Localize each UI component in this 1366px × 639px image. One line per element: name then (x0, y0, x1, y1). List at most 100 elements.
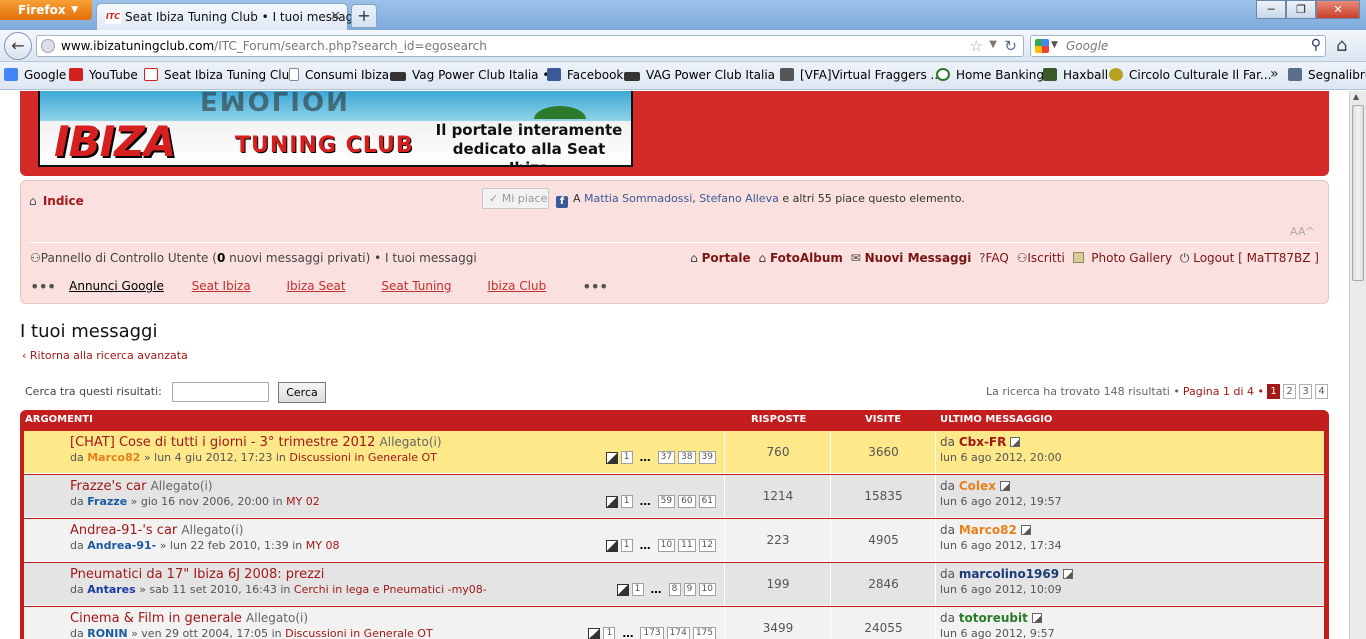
ads-header-link[interactable]: Annunci Google (69, 279, 164, 293)
topic-title[interactable]: Cinema & Film in generale Allegato(i) (70, 611, 308, 626)
bookmark-facebook[interactable]: Facebook (547, 68, 623, 82)
new-posts-link[interactable]: ✉ Nuovi Messaggi (851, 251, 972, 265)
bookmark-consumi[interactable]: Consumi Ibiza (289, 68, 389, 82)
topic-page-link[interactable]: 175 (692, 627, 716, 639)
topic-page-link[interactable]: 38 (678, 451, 696, 464)
photo-gallery-link[interactable]: Photo Gallery (1072, 251, 1172, 265)
bookmark-youtube[interactable]: YouTube (69, 68, 138, 82)
topic-page-link[interactable]: 10 (657, 539, 676, 552)
ucp-link[interactable]: Pannello di Controllo Utente (0 nuovi me… (41, 251, 381, 265)
bookmark-vag-1[interactable]: Vag Power Club Italia •... (390, 68, 561, 82)
topic-page-link[interactable]: 39 (698, 451, 716, 464)
ad-link-3[interactable]: Seat Tuning (381, 279, 451, 293)
bookmark-star-icon[interactable]: ☆ (970, 37, 983, 55)
search-within-button[interactable]: Cerca (278, 382, 326, 403)
topic-page-link[interactable]: 10 (698, 583, 716, 596)
bookmark-vag-2[interactable]: VAG Power Club Italia ... (624, 68, 790, 82)
topic-page-link[interactable]: 174 (666, 627, 690, 639)
goto-page-icon[interactable] (605, 539, 618, 552)
back-button[interactable]: ← (4, 32, 32, 60)
faq-link[interactable]: ?FAQ (979, 251, 1009, 265)
close-tab-icon[interactable]: ✕ (330, 9, 341, 24)
topic-page-link[interactable]: 1 (620, 495, 633, 508)
goto-page-icon[interactable] (616, 583, 629, 596)
topic-page-link[interactable]: 37 (657, 451, 676, 464)
like-user-2[interactable]: Stefano Alleva (699, 192, 779, 205)
topic-page-link[interactable]: 1 (603, 627, 616, 639)
topic-page-link[interactable]: 12 (698, 539, 716, 552)
topic-forum-link[interactable]: Discussioni in Generale OT (285, 627, 433, 639)
topic-author[interactable]: Antares (87, 583, 135, 596)
topic-page-link[interactable]: 61 (698, 495, 716, 508)
bookmark-google[interactable]: Google (4, 68, 66, 82)
ads-next-icon[interactable]: ••• (582, 277, 608, 296)
topic-page-link[interactable]: 60 (678, 495, 696, 508)
members-link[interactable]: ⚇Iscritti (1017, 251, 1065, 265)
own-posts-link[interactable]: I tuoi messaggi (385, 251, 477, 265)
home-icon[interactable]: ⌂ (1336, 35, 1347, 56)
topic-author[interactable]: Andrea-91- (87, 539, 156, 552)
like-user-1[interactable]: Mattia Sommadossi (584, 192, 692, 205)
search-icon[interactable]: ⚲ (1311, 37, 1321, 53)
topic-page-link[interactable]: 173 (640, 627, 664, 639)
photo-album-link[interactable]: ⌂ FotoAlbum (758, 251, 842, 265)
ad-link-4[interactable]: Ibiza Club (487, 279, 546, 293)
facebook-like-button[interactable]: ✓ Mi piace (482, 188, 549, 209)
view-latest-post-icon[interactable] (1010, 437, 1021, 447)
site-banner[interactable]: EMOLION IBIZA TUNING CLUB Il portale int… (38, 91, 633, 167)
topic-forum-link[interactable]: MY 08 (306, 539, 340, 552)
page-3-link[interactable]: 3 (1299, 384, 1312, 399)
topic-title[interactable]: Frazze's car Allegato(i) (70, 479, 213, 494)
topic-page-link[interactable]: 11 (678, 539, 696, 552)
topic-page-link[interactable]: 1 (620, 539, 633, 552)
search-within-input[interactable] (172, 382, 269, 402)
goto-page-icon[interactable] (588, 627, 601, 639)
engine-dropdown-icon[interactable]: ▼ (1051, 40, 1058, 50)
topic-page-link[interactable]: 8 (668, 583, 681, 596)
bookmark-vfa[interactable]: [VFA]Virtual Fraggers ... (780, 68, 942, 82)
bookmark-circolo[interactable]: Circolo Culturale Il Far... (1109, 68, 1271, 82)
browser-tab[interactable]: ITC Seat Ibiza Tuning Club • I tuoi mess… (96, 3, 364, 30)
last-post-user[interactable]: Colex (959, 479, 996, 493)
font-size-toggle[interactable]: AA^ (1290, 225, 1315, 238)
topic-page-link[interactable]: 1 (631, 583, 644, 596)
maximize-button[interactable]: ❐ (1286, 0, 1316, 19)
scrollbar-thumb[interactable] (1352, 105, 1364, 281)
index-link[interactable]: ⌂ Indice (29, 194, 84, 208)
bookmarks-overflow-button[interactable]: » (1270, 66, 1279, 82)
google-engine-icon[interactable] (1035, 39, 1049, 53)
goto-page-icon[interactable] (605, 451, 618, 464)
url-text[interactable]: www.ibizatuningclub.com/ITC_Forum/search… (61, 39, 487, 53)
topic-page-link[interactable]: 59 (657, 495, 676, 508)
url-bar[interactable]: www.ibizatuningclub.com/ITC_Forum/search… (36, 35, 1024, 57)
view-latest-post-icon[interactable] (1031, 613, 1042, 623)
last-post-user[interactable]: Marco82 (959, 523, 1017, 537)
topic-forum-link[interactable]: Discussioni in Generale OT (289, 451, 437, 464)
bookmark-haxball[interactable]: Haxball (1043, 68, 1108, 82)
vertical-scrollbar[interactable]: ▲ (1349, 91, 1366, 639)
minimize-button[interactable]: ─ (1256, 0, 1286, 19)
topic-title[interactable]: Andrea-91-'s car Allegato(i) (70, 523, 243, 538)
ads-prev-icon[interactable]: ••• (30, 277, 56, 296)
advanced-search-back-link[interactable]: ‹ Ritorna alla ricerca avanzata (22, 349, 188, 362)
last-post-user[interactable]: Cbx-FR (959, 435, 1007, 449)
ad-link-1[interactable]: Seat Ibiza (192, 279, 251, 293)
topic-forum-link[interactable]: Cerchi in lega e Pneumatici -my08- (294, 583, 487, 596)
portal-link[interactable]: ⌂ Portale (690, 251, 751, 265)
bookmarks-menu[interactable]: Segnalibri (1288, 68, 1366, 82)
reload-icon[interactable]: ↻ (1004, 37, 1017, 55)
new-tab-button[interactable]: + (351, 4, 377, 28)
firefox-menu-button[interactable]: Firefox ▼ (0, 0, 92, 20)
view-latest-post-icon[interactable] (1020, 525, 1031, 535)
web-search-bar[interactable]: ▼ Google ⚲ (1030, 35, 1326, 57)
topic-title[interactable]: Pneumatici da 17" Ibiza 6J 2008: prezzi (70, 567, 324, 582)
web-search-input[interactable]: Google (1066, 39, 1108, 53)
topic-forum-link[interactable]: MY 02 (286, 495, 320, 508)
topic-author[interactable]: Marco82 (87, 451, 140, 464)
view-latest-post-icon[interactable] (1063, 569, 1074, 579)
topic-page-link[interactable]: 1 (620, 451, 633, 464)
ad-link-2[interactable]: Ibiza Seat (287, 279, 346, 293)
scroll-up-icon[interactable]: ▲ (1353, 92, 1359, 101)
bookmark-homebanking[interactable]: Home Banking (936, 68, 1044, 82)
url-dropdown-icon[interactable]: ▼ (989, 39, 997, 50)
